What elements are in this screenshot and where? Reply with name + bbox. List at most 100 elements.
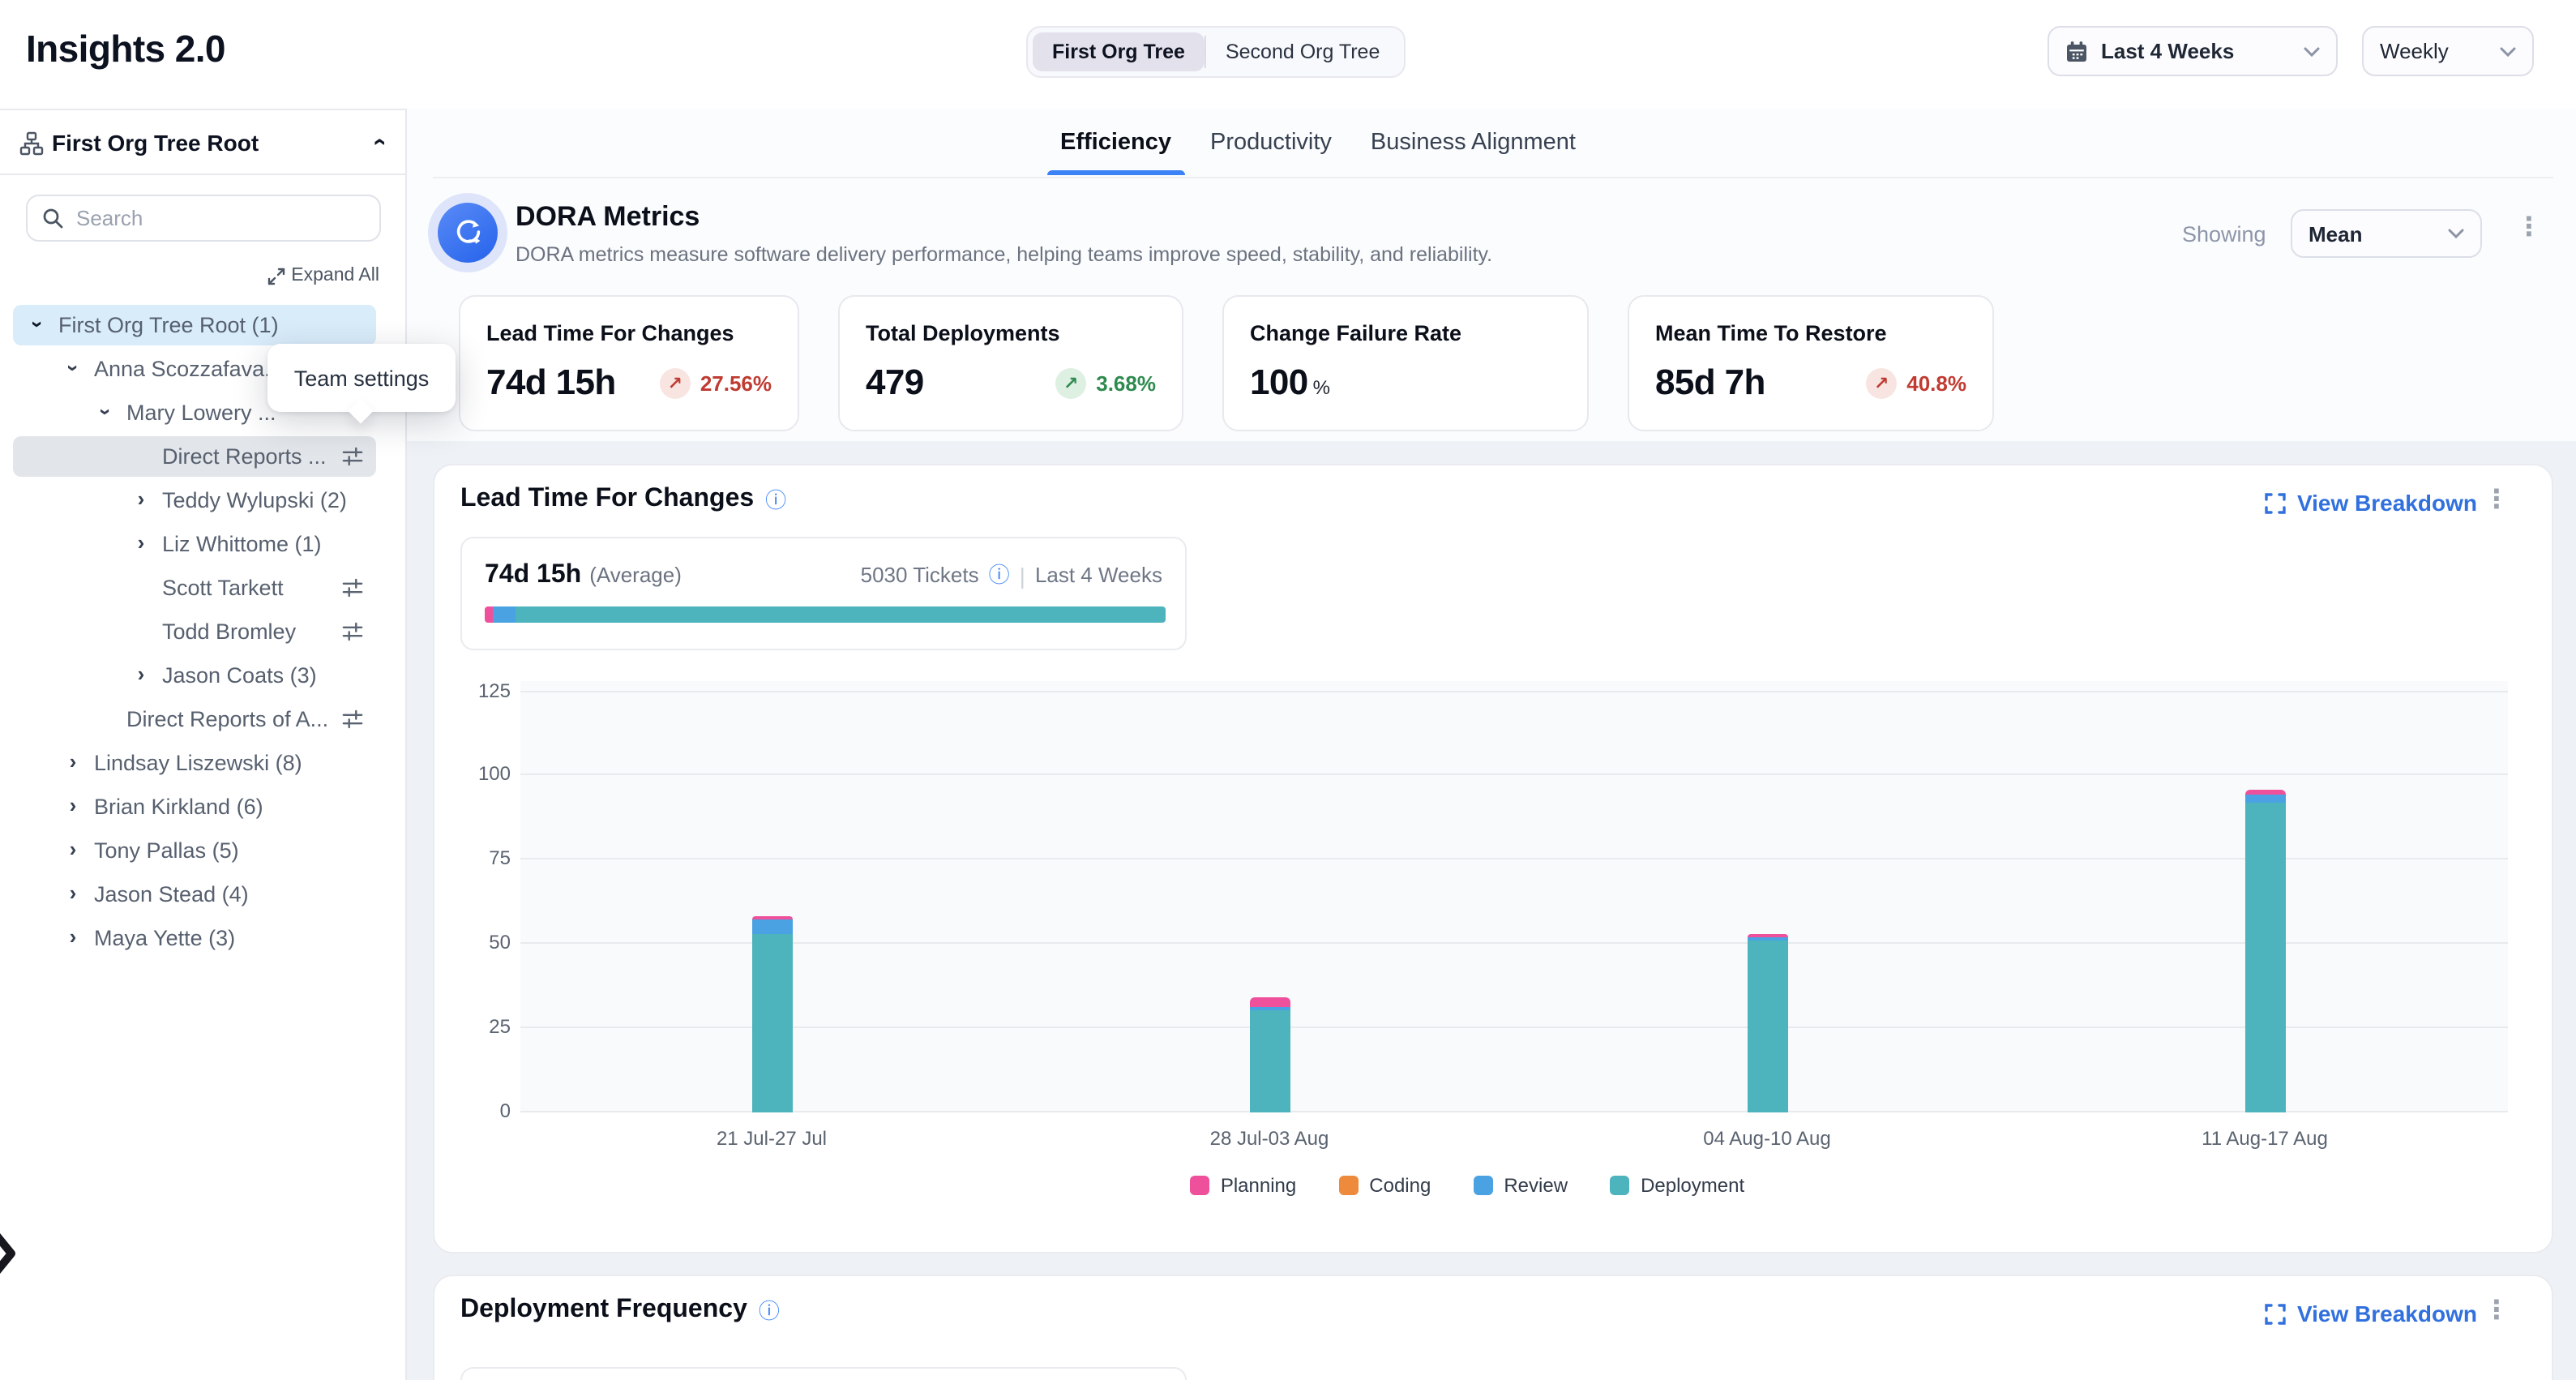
legend-swatch	[1610, 1176, 1629, 1195]
team-settings-sliders-icon[interactable]	[342, 709, 363, 730]
gridline	[520, 1026, 2508, 1028]
org-toggle-option[interactable]: Second Org Tree	[1206, 32, 1399, 71]
collapse-chevron-icon[interactable]: ›	[365, 138, 392, 146]
chevron-down-icon	[2500, 46, 2516, 56]
tree-item-label: Liz Whittome (1)	[162, 532, 322, 556]
team-settings-sliders-icon[interactable]	[342, 621, 363, 642]
team-settings-tooltip: Team settings	[267, 344, 456, 412]
date-range-select[interactable]: Last 4 Weeks	[2048, 26, 2338, 76]
trend-value: 3.68%	[1096, 371, 1156, 395]
view-breakdown-button[interactable]: View Breakdown	[2265, 490, 2477, 516]
tree-item-label: Direct Reports ...	[162, 444, 327, 469]
tree-item-label: Jason Coats (3)	[162, 663, 317, 688]
org-toggle-option[interactable]: First Org Tree	[1033, 32, 1205, 71]
metric-value: 479	[866, 362, 924, 404]
tree-item[interactable]: ›First Org Tree Root (1)	[0, 303, 405, 347]
tree-item[interactable]: Scott Tarkett	[0, 566, 405, 610]
bar-segment-deployment	[2244, 804, 2285, 1112]
org-tree-toggle: First Org TreeSecond Org Tree	[1026, 26, 1406, 78]
sidebar-header[interactable]: First Org Tree Root ›	[0, 110, 405, 175]
info-icon[interactable]: ⓘ	[989, 564, 1010, 585]
tab-productivity[interactable]: Productivity	[1210, 130, 1332, 175]
chevron-down-icon[interactable]: ›	[24, 316, 50, 332]
distribution-segment-deployment	[516, 606, 1166, 623]
chevron-right-icon[interactable]: ›	[133, 662, 149, 688]
tree-item-label: Scott Tarkett	[162, 576, 284, 600]
gridline	[520, 942, 2508, 944]
chevron-down-icon[interactable]: ›	[92, 404, 118, 420]
chevron-right-icon[interactable]: ›	[65, 837, 81, 863]
expand-all-button[interactable]: Expand All	[267, 266, 379, 285]
trend-up-arrow-icon: ↗	[1866, 367, 1897, 398]
y-axis-tick-label: 25	[462, 1015, 511, 1038]
y-axis-tick-label: 50	[462, 931, 511, 954]
lead-time-kebab-menu-icon[interactable]: ⋮	[2484, 490, 2510, 512]
gridline	[520, 1111, 2508, 1112]
tree-item[interactable]: ›Brian Kirkland (6)	[0, 785, 405, 829]
y-axis-tick-label: 0	[462, 1099, 511, 1122]
bar-21-jul-27-jul[interactable]	[751, 915, 792, 1112]
view-breakdown-button[interactable]: View Breakdown	[2265, 1301, 2477, 1326]
showing-select[interactable]: Mean	[2291, 209, 2482, 258]
sidebar: First Org Tree Root › Expand All ›First …	[0, 109, 407, 1380]
gridline	[520, 859, 2508, 860]
lead-time-title: Lead Time For Changes	[460, 485, 754, 514]
app-window: Insights 2.0 First Org TreeSecond Org Tr…	[0, 0, 2576, 1380]
dora-section-title: DORA Metrics	[516, 201, 700, 234]
sidebar-search	[26, 195, 381, 242]
chevron-right-icon[interactable]: ›	[133, 530, 149, 556]
team-settings-sliders-icon[interactable]	[342, 577, 363, 598]
lead-time-summary-card: 74d 15h (Average) 5030 Tickets ⓘ | Last …	[460, 537, 1187, 650]
legend-label: Review	[1504, 1174, 1568, 1197]
tab-business-alignment[interactable]: Business Alignment	[1371, 130, 1576, 175]
deployment-summary-card	[460, 1367, 1187, 1380]
period-label: Last 4 Weeks	[1035, 563, 1162, 587]
chevron-right-icon[interactable]: ›	[65, 924, 81, 950]
info-icon[interactable]: ⓘ	[765, 489, 786, 510]
metric-title: Total Deployments	[866, 321, 1156, 345]
bar-segment-review	[751, 919, 792, 933]
metric-value: 85d 7h	[1655, 362, 1765, 404]
tree-item[interactable]: › Jason Coats (3)	[0, 654, 405, 697]
bar-28-jul-03-aug[interactable]	[1249, 997, 1290, 1112]
chevron-right-icon[interactable]: ›	[65, 749, 81, 775]
expand-all-label: Expand All	[291, 266, 379, 285]
chevron-down-icon[interactable]: ›	[60, 360, 86, 376]
chevron-right-icon[interactable]: ›	[65, 793, 81, 819]
metric-value: 74d 15h	[486, 362, 616, 404]
metric-card: Change Failure Rate100%	[1222, 295, 1589, 431]
chevron-right-icon[interactable]: ›	[133, 486, 149, 512]
bar-04-aug-10-aug[interactable]	[1747, 934, 1787, 1112]
metric-unit: %	[1313, 376, 1330, 399]
tree-item[interactable]: › Liz Whittome (1)	[0, 522, 405, 566]
lead-time-panel: Lead Time For Changes ⓘ View Breakdown ⋮…	[433, 464, 2553, 1254]
tree-item[interactable]: ›Teddy Wylupski (2)	[0, 478, 405, 522]
dora-kebab-menu-icon[interactable]: ⋮	[2516, 217, 2542, 240]
tickets-count: 5030 Tickets	[861, 563, 979, 587]
legend-item-deployment: Deployment	[1610, 1174, 1744, 1197]
x-axis-tick-label: 04 Aug-10 Aug	[1654, 1127, 1881, 1150]
y-axis-tick-label: 125	[462, 679, 511, 701]
tree-item[interactable]: ›Lindsay Liszewski (8)	[0, 741, 405, 785]
tree-item[interactable]: ›Tony Pallas (5)	[0, 829, 405, 872]
expand-corners-icon	[2265, 1303, 2286, 1324]
bar-11-aug-17-aug[interactable]	[2244, 790, 2285, 1112]
tree-item[interactable]: Direct Reports of A...	[0, 697, 405, 741]
tree-item[interactable]: ›Maya Yette (3)	[0, 916, 405, 960]
app-title: Insights 2.0	[26, 28, 225, 71]
gridline	[520, 690, 2508, 692]
sidebar-handle-chevron-icon[interactable]	[0, 1229, 16, 1278]
chevron-right-icon[interactable]: ›	[65, 881, 81, 906]
granularity-select[interactable]: Weekly	[2362, 26, 2534, 76]
tab-efficiency[interactable]: Efficiency	[1060, 130, 1171, 175]
info-icon[interactable]: ⓘ	[759, 1300, 780, 1321]
search-input[interactable]	[76, 198, 368, 238]
team-settings-sliders-icon[interactable]	[342, 446, 363, 467]
chart-legend: PlanningCodingReviewDeployment	[473, 1174, 2461, 1197]
deployment-kebab-menu-icon[interactable]: ⋮	[2484, 1301, 2510, 1323]
legend-item-planning: Planning	[1190, 1174, 1296, 1197]
tree-item[interactable]: ›Jason Stead (4)	[0, 872, 405, 916]
metric-title: Change Failure Rate	[1250, 321, 1561, 345]
tree-item[interactable]: Todd Bromley	[0, 610, 405, 654]
tree-item[interactable]: Direct Reports ...	[0, 435, 405, 478]
